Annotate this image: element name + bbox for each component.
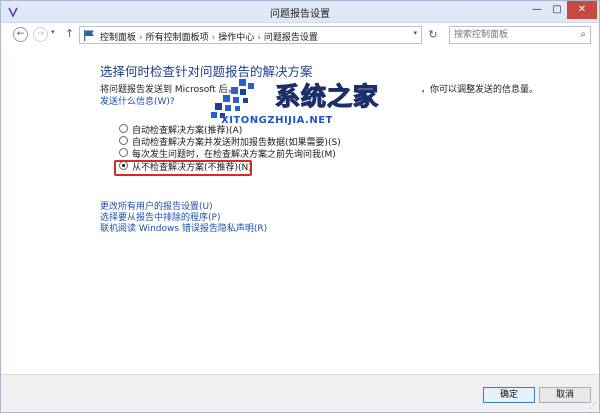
title-bar[interactable]: 问题报告设置 — ▢ ✕: [1, 1, 599, 23]
forward-arrow-icon[interactable]: →: [33, 27, 48, 42]
address-bar[interactable]: 控制面板 › 所有控制面板项 › 操作中心 › 问题报告设置 ▾: [79, 26, 422, 44]
search-box[interactable]: ⌕: [449, 26, 591, 44]
main-content: 选择何时检查针对问题报告的解决方案 将问题报告发送到 Microsoft 后， …: [1, 47, 599, 374]
breadcrumb: 控制面板 › 所有控制面板项 › 操作中心 › 问题报告设置: [100, 30, 318, 43]
radio-auto-check[interactable]: [119, 124, 128, 133]
up-arrow-icon[interactable]: ↑: [65, 27, 74, 40]
recent-locations-chevron-icon[interactable]: ▾: [51, 28, 55, 36]
related-links: 更改所有用户的报告设置(U) 选择要从报告中排除的程序(P) 联机阅读 Wind…: [100, 199, 267, 234]
privacy-statement-link[interactable]: 联机阅读 Windows 错误报告隐私声明(R): [100, 221, 267, 234]
breadcrumb-separator[interactable]: ›: [136, 33, 146, 43]
watermark-title: 系统之家: [274, 81, 380, 111]
breadcrumb-item-problem-report-settings[interactable]: 问题报告设置: [264, 33, 318, 43]
breadcrumb-item-all-items[interactable]: 所有控制面板项: [146, 33, 209, 43]
resize-grip-icon[interactable]: ⋰: [589, 401, 597, 410]
ok-button[interactable]: 确定: [483, 387, 535, 403]
cancel-button[interactable]: 取消: [539, 387, 591, 403]
what-info-sent-link[interactable]: 发送什么信息(W)?: [100, 94, 175, 107]
action-center-flag-icon: [84, 30, 94, 41]
description-text-tail: ，你可以调整发送的信息量。: [421, 85, 539, 95]
change-all-users-settings-link[interactable]: 更改所有用户的报告设置(U): [100, 199, 267, 212]
breadcrumb-item-control-panel[interactable]: 控制面板: [100, 33, 136, 43]
radio-ask-me[interactable]: [119, 148, 128, 157]
problem-report-settings-window: 问题报告设置 — ▢ ✕ ← → ▾ ↑ 控制面板 › 所有控制面板项 › 操作中心 › 问…: [0, 0, 600, 413]
address-dropdown-chevron-icon[interactable]: ▾: [413, 29, 417, 37]
minimize-button[interactable]: —: [527, 1, 547, 19]
selection-highlight-box: [114, 160, 252, 176]
radio-auto-check-send-data[interactable]: [119, 136, 128, 145]
breadcrumb-separator[interactable]: ›: [254, 33, 264, 43]
close-button[interactable]: ✕: [567, 1, 597, 19]
refresh-icon[interactable]: ↻: [425, 27, 441, 43]
window-title: 问题报告设置: [270, 9, 330, 20]
search-input[interactable]: [454, 29, 572, 41]
navigation-bar: ← → ▾ ↑ 控制面板›所有控制面板项›操作中心›问题报告设置 ▾ ↻ ⌕: [1, 24, 599, 46]
search-icon[interactable]: ⌕: [580, 29, 586, 40]
back-arrow-icon[interactable]: ←: [13, 27, 28, 42]
exclude-programs-link[interactable]: 选择要从报告中排除的程序(P): [100, 210, 267, 223]
dialog-footer: 确定 取消 ⋰: [1, 374, 599, 412]
breadcrumb-separator[interactable]: ›: [209, 33, 219, 43]
maximize-button[interactable]: ▢: [547, 1, 567, 19]
option-label[interactable]: 每次发生问题时，在检查解决方案之前先询问我(M): [132, 147, 336, 160]
breadcrumb-item-action-center[interactable]: 操作中心: [218, 33, 254, 43]
